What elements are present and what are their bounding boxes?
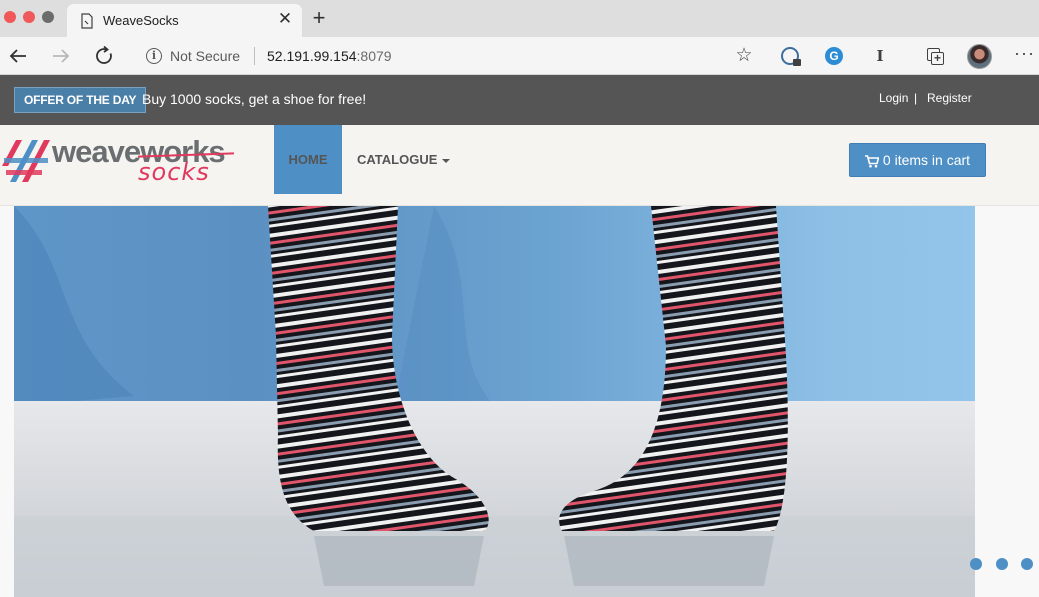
hero-image-socks[interactable] bbox=[14, 206, 975, 597]
info-icon[interactable]: i bbox=[146, 48, 162, 64]
login-link[interactable]: Login bbox=[879, 91, 908, 105]
browser-toolbar: i Not Secure 52.191.99.154:8079 ☆ G I + … bbox=[0, 37, 1039, 75]
cart-icon bbox=[864, 154, 879, 168]
close-tab-icon[interactable]: ✕ bbox=[277, 10, 293, 28]
hero-carousel bbox=[0, 206, 1039, 597]
new-tab-button[interactable]: + bbox=[309, 6, 329, 30]
register-link[interactable]: Register bbox=[927, 91, 972, 105]
weaveworks-socks-logo[interactable]: weaveworks socks bbox=[0, 130, 245, 190]
carousel-dot-1[interactable] bbox=[970, 558, 982, 570]
page-icon bbox=[81, 13, 93, 29]
offer-of-the-day-badge[interactable]: OFFER OF THE DAY bbox=[14, 87, 147, 113]
lock-icon bbox=[793, 59, 801, 66]
url-divider bbox=[254, 47, 255, 65]
logo-socks-text: socks bbox=[138, 158, 210, 186]
star-icon[interactable]: ☆ bbox=[734, 46, 754, 66]
security-status[interactable]: Not Secure bbox=[170, 48, 240, 64]
nav-home[interactable]: HOME bbox=[274, 125, 342, 194]
forward-arrow-icon[interactable] bbox=[49, 44, 73, 68]
browser-tab-bar: WeaveSocks ✕ + bbox=[0, 0, 1039, 37]
cart-button[interactable]: 0 items in cart bbox=[849, 143, 986, 177]
address-bar[interactable]: 52.191.99.154:8079 bbox=[267, 48, 392, 64]
instapaper-extension-icon[interactable]: I bbox=[870, 46, 890, 66]
shield-extension-icon[interactable] bbox=[781, 47, 801, 66]
avatar[interactable] bbox=[967, 44, 992, 69]
caret-down-icon bbox=[442, 158, 451, 163]
carousel-dot-3[interactable] bbox=[1021, 558, 1033, 570]
maximize-window-button[interactable] bbox=[42, 11, 54, 23]
cart-label: 0 items in cart bbox=[882, 152, 971, 168]
site-header: weaveworks socks HOME CATALOGUE 0 items … bbox=[0, 125, 1039, 206]
more-icon[interactable]: ··· bbox=[1014, 43, 1034, 63]
tab-title: WeaveSocks bbox=[103, 13, 179, 28]
close-window-button[interactable] bbox=[4, 11, 16, 23]
collections-icon[interactable]: + bbox=[925, 46, 945, 66]
browser-tab-weavesocks[interactable]: WeaveSocks ✕ bbox=[67, 4, 302, 37]
offer-bar: OFFER OF THE DAY Buy 1000 socks, get a s… bbox=[0, 75, 1039, 125]
back-arrow-icon[interactable] bbox=[6, 44, 30, 68]
link-separator: | bbox=[914, 91, 918, 105]
url-port: :8079 bbox=[356, 48, 392, 64]
offer-text: Buy 1000 socks, get a shoe for free! bbox=[142, 91, 367, 107]
carousel-indicators bbox=[969, 558, 1039, 572]
nav-catalogue-label: CATALOGUE bbox=[357, 152, 438, 167]
grammarly-extension-icon[interactable]: G bbox=[825, 47, 843, 65]
minimize-window-button[interactable] bbox=[23, 11, 35, 23]
nav-catalogue-dropdown[interactable]: CATALOGUE bbox=[357, 152, 451, 167]
weaveworks-logo-icon bbox=[2, 140, 50, 182]
reload-icon[interactable] bbox=[92, 44, 116, 68]
url-host: 52.191.99.154 bbox=[267, 48, 357, 64]
carousel-dot-2[interactable] bbox=[996, 558, 1008, 570]
